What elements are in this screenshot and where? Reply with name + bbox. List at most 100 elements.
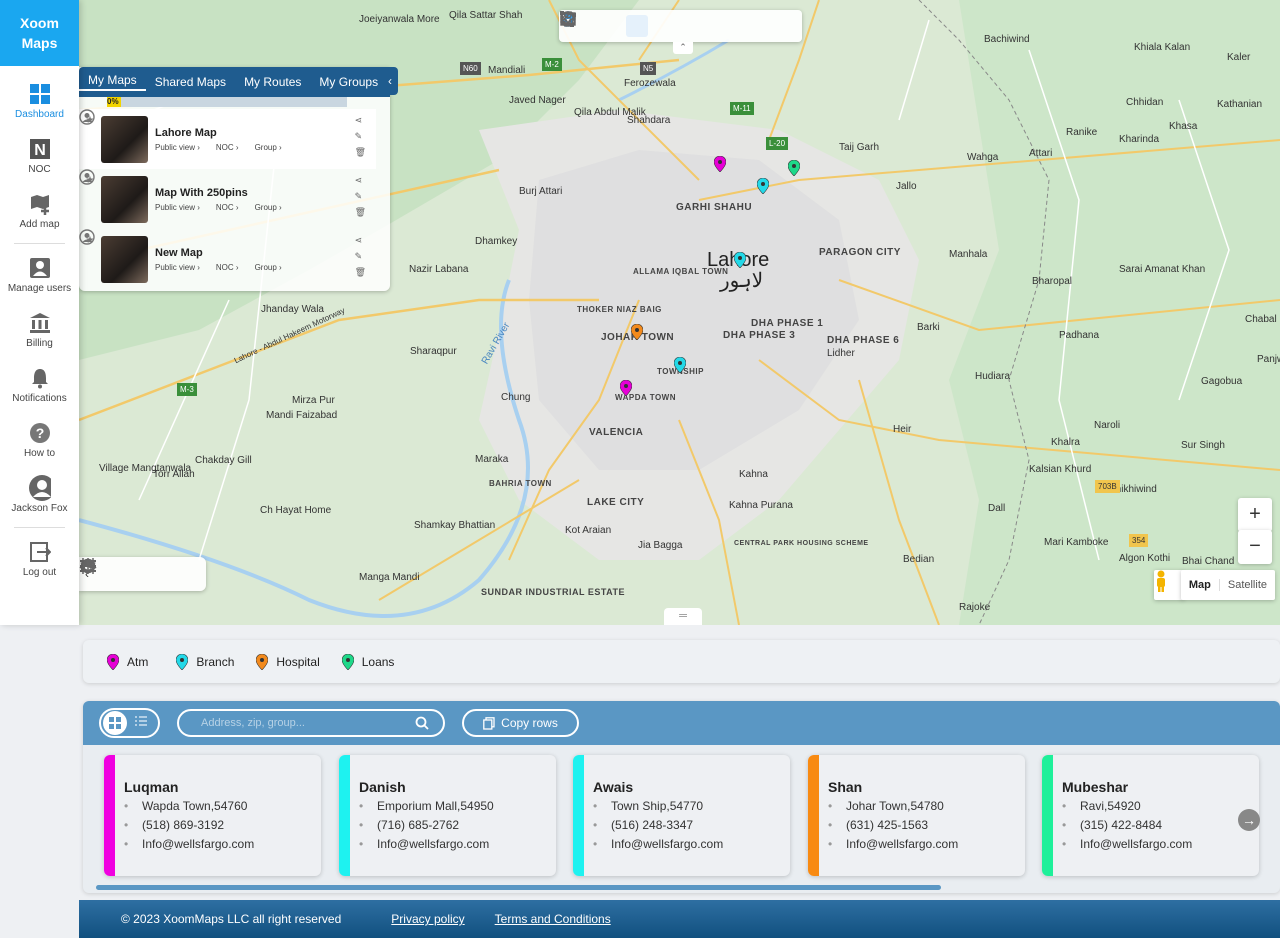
map-pin-hospital[interactable]	[631, 324, 643, 340]
sidebar-item-how-to[interactable]: ? How to	[0, 413, 79, 468]
location-card[interactable]: Danish • Emporium Mall,54950 • (716) 685-27…	[339, 755, 556, 876]
tab-shared-maps[interactable]: Shared Maps	[146, 75, 235, 89]
grid-view-icon[interactable]	[103, 711, 127, 735]
copy-rows-button[interactable]: Copy rows	[462, 709, 579, 737]
app-logo[interactable]: Xoom Maps	[0, 0, 79, 66]
legend-item-loans[interactable]: Loans	[341, 653, 394, 670]
collapse-panel-icon[interactable]: ‹	[382, 67, 398, 95]
edit-icon[interactable]: ✎	[355, 191, 366, 202]
delete-icon[interactable]: 🗑	[355, 147, 366, 158]
horizontal-scrollbar[interactable]	[96, 885, 941, 890]
map-pin-branch[interactable]	[734, 252, 746, 268]
search-icon[interactable]	[415, 716, 429, 730]
road-shield: N5	[640, 62, 657, 75]
sidebar-item-noc[interactable]: N NOC	[0, 129, 79, 184]
search-input[interactable]: Address, zip, group...	[177, 709, 445, 737]
share-icon[interactable]: ⋖	[355, 235, 366, 246]
street-view-pegman-icon[interactable]	[1154, 570, 1184, 600]
polygon-icon[interactable]	[560, 11, 677, 37]
map-list-item[interactable]: ★ Map With 250pins Public view › NOC › Gro…	[79, 169, 376, 229]
map-label: Naroli	[1094, 420, 1121, 431]
ruler-icon[interactable]	[560, 11, 793, 37]
map-label: Attari	[1029, 148, 1053, 159]
road-shield: L-20	[766, 137, 789, 150]
list-view-icon[interactable]	[135, 714, 147, 732]
map-label: Sarai Amanat Khan	[1119, 264, 1206, 275]
section-toolbar: Address, zip, group... Copy rows	[83, 701, 1280, 745]
privacy-policy-link[interactable]: Privacy policy	[391, 912, 464, 926]
terms-link[interactable]: Terms and Conditions	[495, 912, 611, 926]
sidebar-item-profile[interactable]: Jackson Fox	[0, 468, 79, 523]
sidebar-item-billing[interactable]: Billing	[0, 303, 79, 358]
map-label: Panjwar	[1257, 354, 1280, 365]
share-icon[interactable]: ⋖	[355, 175, 366, 186]
circle-icon[interactable]	[560, 11, 764, 37]
legend-item-hospital[interactable]: Hospital	[256, 653, 320, 670]
legend-item-atm[interactable]: Atm	[107, 653, 148, 670]
noc-link[interactable]: NOC ›	[216, 143, 239, 152]
sidebar-item-logout[interactable]: Log out	[0, 532, 79, 587]
group-link[interactable]: Group ›	[255, 263, 282, 272]
delete-icon[interactable]: 🗑	[355, 267, 366, 278]
map-list-item[interactable]: ★ Lahore Map Public view › NOC › Group › ⋖…	[79, 109, 376, 169]
sidebar-label: Notifications	[12, 393, 67, 404]
map-pin-branch[interactable]	[674, 357, 686, 373]
public-view-link[interactable]: Public view ›	[155, 203, 200, 212]
sidebar-label: Jackson Fox	[11, 503, 68, 514]
cluster-icon[interactable]	[560, 11, 735, 37]
edit-icon[interactable]: ✎	[355, 131, 366, 142]
map-list-item[interactable]: ★ New Map Public view › NOC › Group › ⋖ ✎ 🗑	[79, 229, 376, 289]
owner-avatar-icon	[79, 229, 95, 245]
sidebar-item-manage-users[interactable]: Manage users	[0, 248, 79, 303]
location-card[interactable]: Mubeshar • Ravi,54920 • (315) 422-8484 • Info…	[1042, 755, 1259, 876]
map-label: Rajoke	[959, 602, 991, 613]
undo-icon[interactable]	[561, 12, 619, 37]
toolbar-collapse-icon[interactable]: ⌃	[673, 42, 693, 54]
delete-icon[interactable]: 🗑	[355, 207, 366, 218]
edit-icon[interactable]: ✎	[355, 251, 366, 262]
sidebar-item-dashboard[interactable]: Dashboard	[0, 74, 79, 129]
billing-icon	[29, 312, 51, 334]
legend-item-branch[interactable]: Branch	[176, 653, 234, 670]
map-thumbnail	[101, 175, 148, 223]
noc-link[interactable]: NOC ›	[216, 203, 239, 212]
location-card[interactable]: Awais • Town Ship,54770 • (516) 248-3347 • In…	[573, 755, 790, 876]
tab-my-maps[interactable]: My Maps	[79, 73, 146, 91]
map-pin-loans[interactable]	[788, 160, 800, 176]
zoom-out-button[interactable]: −	[1238, 530, 1272, 564]
drag-handle-icon[interactable]: ═	[664, 608, 702, 625]
map-label: DHA PHASE 1	[751, 318, 824, 329]
map-label: BAHRIA TOWN	[489, 479, 552, 488]
tab-my-routes[interactable]: My Routes	[235, 75, 310, 89]
location-card[interactable]: Shan • Johar Town,54780 • (631) 425-1563 • In…	[808, 755, 1025, 876]
map-type-satellite[interactable]: Satellite	[1218, 579, 1275, 591]
location-card[interactable]: Luqman • Wapda Town,54760 • (518) 869-3192 •…	[104, 755, 321, 876]
sidebar-label: Manage users	[7, 283, 72, 294]
sidebar-item-notifications[interactable]: Notifications	[0, 358, 79, 413]
map-type-map[interactable]: Map	[1181, 579, 1219, 591]
tab-my-groups[interactable]: My Groups	[310, 75, 387, 89]
group-link[interactable]: Group ›	[255, 143, 282, 152]
rectangle-icon[interactable]	[560, 12, 706, 37]
noc-link[interactable]: NOC ›	[216, 263, 239, 272]
divider	[14, 527, 65, 528]
next-arrow-icon[interactable]: →	[1238, 809, 1260, 831]
map-title: New Map	[155, 246, 203, 259]
zoom-in-button[interactable]: +	[1238, 498, 1272, 532]
map-label: Sur Singh	[1181, 440, 1225, 451]
map-canvas[interactable]: Joeiyanwala More Qila Sattar Shah Mandia…	[79, 0, 1280, 625]
public-view-link[interactable]: Public view ›	[155, 143, 200, 152]
hand-icon[interactable]	[562, 11, 649, 37]
sidebar-item-add-map[interactable]: Add map	[0, 184, 79, 239]
group-link[interactable]: Group ›	[255, 203, 282, 212]
map-pin-branch[interactable]	[757, 178, 769, 194]
map-pin-atm[interactable]	[620, 380, 632, 396]
card-email: Info@wellsfargo.com	[377, 837, 490, 851]
map-label: Chhidan	[1126, 97, 1164, 108]
avatar-icon	[28, 475, 51, 501]
bell-icon	[29, 367, 51, 389]
public-view-link[interactable]: Public view ›	[155, 263, 200, 272]
filter-sliders-icon[interactable]	[79, 557, 97, 575]
share-icon[interactable]: ⋖	[355, 115, 366, 126]
map-pin-atm[interactable]	[714, 156, 726, 172]
